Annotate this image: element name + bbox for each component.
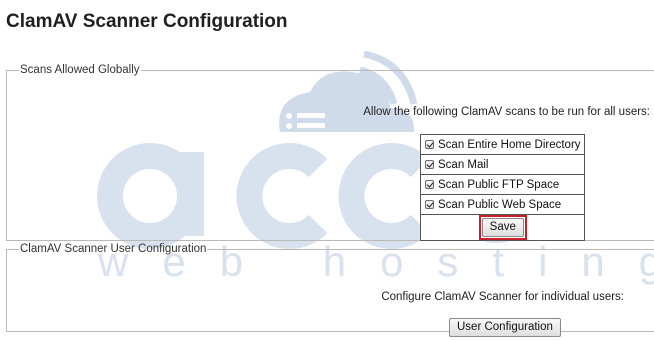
checkbox-scan-mail[interactable]: [425, 159, 434, 169]
scans-allowed-fieldset: Scans Allowed Globally Allow the followi…: [6, 64, 654, 241]
save-button[interactable]: Save: [481, 218, 524, 237]
scan-option-home[interactable]: Scan Entire Home Directory: [420, 134, 585, 155]
scan-option-web[interactable]: Scan Public Web Space: [420, 194, 585, 215]
scan-option-ftp[interactable]: Scan Public FTP Space: [420, 174, 585, 195]
save-row: Save: [420, 214, 585, 241]
scans-intro-text: Allow the following ClamAV scans to be r…: [363, 106, 650, 118]
scans-allowed-legend: Scans Allowed Globally: [20, 64, 140, 76]
scan-option-mail[interactable]: Scan Mail: [420, 154, 585, 175]
scan-option-row: Scan Public FTP Space: [420, 174, 585, 195]
checkbox-scan-public-ftp[interactable]: [425, 179, 434, 189]
save-highlight: Save: [478, 215, 527, 240]
page-title: ClamAV Scanner Configuration: [6, 11, 288, 32]
scan-option-row: Scan Mail: [420, 154, 585, 175]
checkbox-scan-public-web[interactable]: [425, 199, 434, 209]
scan-option-label: Scan Public FTP Space: [438, 178, 560, 191]
scan-option-label: Scan Public Web Space: [438, 198, 562, 211]
scan-option-label: Scan Entire Home Directory: [438, 138, 581, 151]
user-config-intro-text: Configure ClamAV Scanner for individual …: [381, 291, 624, 303]
user-config-legend: ClamAV Scanner User Configuration: [20, 243, 207, 255]
checkbox-scan-home-directory[interactable]: [425, 139, 434, 149]
user-config-fieldset: ClamAV Scanner User Configuration Config…: [6, 243, 654, 337]
scan-option-label: Scan Mail: [438, 158, 489, 171]
scan-option-row: Scan Public Web Space: [420, 194, 585, 215]
save-cell: Save: [420, 214, 585, 241]
scan-options-table: Scan Entire Home Directory Scan Mail Sca…: [420, 134, 585, 241]
user-configuration-button[interactable]: User Configuration: [449, 318, 561, 337]
scan-option-row: Scan Entire Home Directory: [420, 134, 585, 155]
